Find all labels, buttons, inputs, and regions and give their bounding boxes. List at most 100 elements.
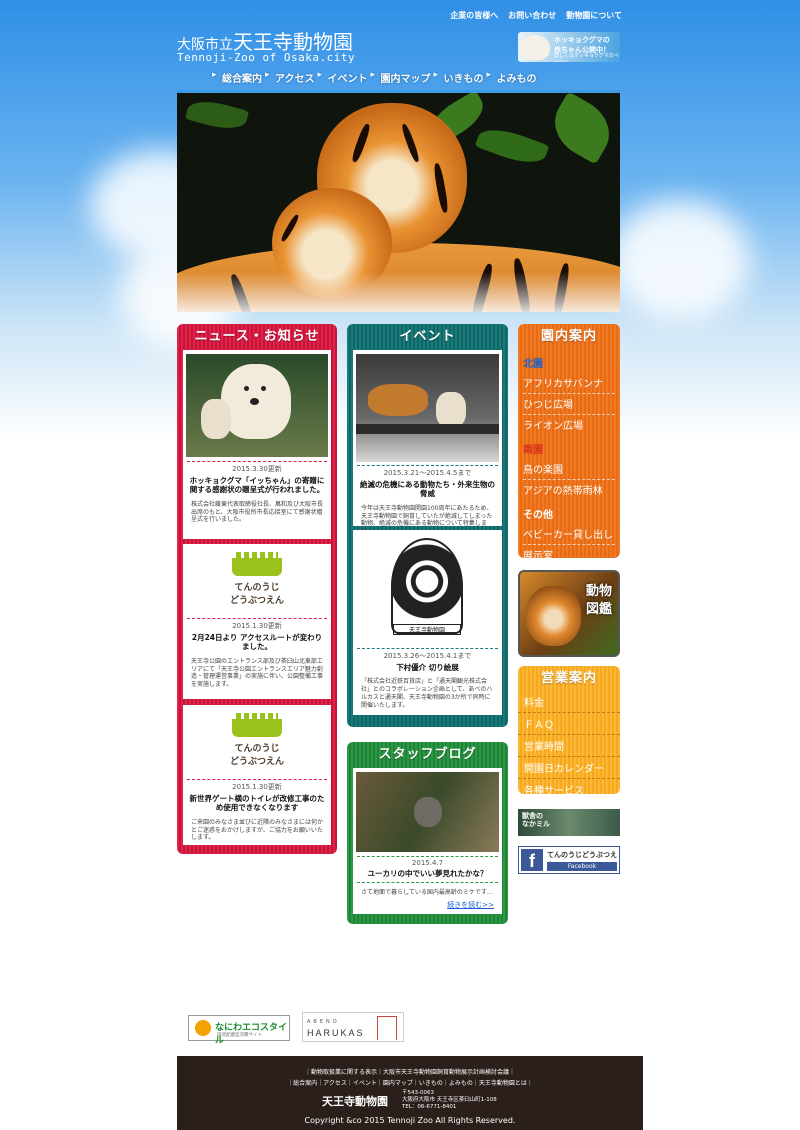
leaf-decoration xyxy=(184,95,250,135)
blog-title: スタッフブログ xyxy=(378,747,477,762)
footer-copyright: Copyright &co 2015 Tennoji Zoo All Right… xyxy=(304,1116,516,1125)
abeno-harukas-banner[interactable]: ABENO HARUKAS xyxy=(302,1012,404,1042)
divider xyxy=(187,618,327,619)
news-body: 株式会社藤東代表取締役社長、萬和及び大阪市長出席のもと、大阪市役所市長応接室にて… xyxy=(191,500,324,524)
topnav-link-contact[interactable]: お問い合わせ xyxy=(508,10,556,21)
event-date: 2015.3.26～2015.4.1まで xyxy=(383,652,472,660)
event-card-1[interactable]: 2015.3.21～2015.4.5まで 絶滅の危機にある動物たち・外来生物の脅… xyxy=(353,350,502,535)
guide-link-savanna[interactable]: アフリカサバンナ xyxy=(523,373,615,394)
facebook-label: Facebook xyxy=(547,862,617,871)
event-headline: 下村優介 切り絵展 xyxy=(396,663,459,672)
guide-link-sheep[interactable]: ひつじ広場 xyxy=(523,394,615,415)
footer-links-2[interactable]: ｜総合案内｜アクセス｜イベント｜園内マップ｜いきもの｜よみもの｜天王寺動物園とは… xyxy=(177,1078,643,1087)
guide-column: 園内案内 北園 アフリカサバンナ ひつじ広場 ライオン広場 南園 鳥の楽園 アジ… xyxy=(518,324,620,562)
polar-bear-banner[interactable]: ホッキョクグマの 赤ちゃん公開中！ 詳しくはホッキョクグマのページへ xyxy=(518,32,620,62)
bear-nose xyxy=(250,398,259,405)
gnav-item-reading[interactable]: よみもの xyxy=(487,70,537,85)
zukan-text-2: 図鑑 xyxy=(585,602,612,617)
guide-link-birds[interactable]: 鳥の楽園 xyxy=(523,459,615,480)
blog-column: スタッフブログ 2015.4.7 ユーカリの中でいい夢見れたかな？ さて地面で暮… xyxy=(347,742,508,924)
naniwa-eco-banner[interactable]: なにわエコスタイル 環境配慮型消費サイト xyxy=(188,1015,290,1046)
news-column: ニュース・お知らせ 2015.3.30更新 ホッキョクグマ「イッちゃん」の寄贈に… xyxy=(177,324,337,854)
gnav-item-access[interactable]: アクセス xyxy=(265,70,315,85)
harukas-building-icon xyxy=(377,1016,397,1040)
logo-text-2: どうぶつえん xyxy=(229,596,284,606)
footer-links-1[interactable]: ｜動物取扱業に関する表示｜大阪市天王寺動物園飼育動物展示計画検討会議｜ xyxy=(177,1067,643,1076)
event-column: イベント 2015.3.21～2015.4.5まで 絶滅の危機にある動物たち・外… xyxy=(347,324,508,727)
news-body: 天王寺公園のエントランス部及び茶臼山北東部エリアにて「天王寺公園エントランスエリ… xyxy=(191,657,324,689)
paper-cut-art xyxy=(391,538,463,634)
leaf-decoration xyxy=(543,93,620,165)
polar-bear-photo xyxy=(186,354,328,457)
news-body: ご来園のみなさま並びに近隣のみなさまには何かとご迷惑をおかけしますが、ご協力をお… xyxy=(191,818,324,842)
business-link-fee[interactable]: 料金 xyxy=(518,691,620,713)
tennoji-logo: てんのうじ どうぶつえん xyxy=(202,713,312,767)
news-date: 2015.1.30更新 xyxy=(232,783,282,791)
stuffed-bear xyxy=(436,392,466,428)
business-link-calendar[interactable]: 開園日カレンダー xyxy=(518,757,620,779)
eco-banner-sub: 環境配慮型消費サイト xyxy=(217,1033,262,1038)
footer-address: 〒543-0063 大阪府大阪市 天王寺区茶臼山町1-108 TEL：06-67… xyxy=(402,1090,497,1111)
event-date: 2015.3.21～2015.4.5まで xyxy=(383,469,472,477)
news-headline: ホッキョクグマ「イッちゃん」の寄贈に関する感謝状の贈呈式が行われました。 xyxy=(189,476,325,495)
top-nav: 企業の皆様へ お問い合わせ 動物園について xyxy=(450,10,622,21)
bear-eye xyxy=(244,386,249,391)
blog-body: さて地面で暮らしている国内最高齢のミケです… xyxy=(361,889,493,897)
gnav-item-map[interactable]: 園内マップ xyxy=(371,70,431,85)
logo-text-2: どうぶつえん xyxy=(229,757,284,767)
news-card-1[interactable]: 2015.3.30更新 ホッキョクグマ「イッちゃん」の寄贈に関する感謝状の贈呈式… xyxy=(183,350,331,539)
topnav-link-about[interactable]: 動物園について xyxy=(566,10,622,21)
webcam-banner[interactable]: 獣舎の なかミル xyxy=(518,809,620,836)
blog-card[interactable]: 2015.4.7 ユーカリの中でいい夢見れたかな？ さて地面で暮らしている国内最… xyxy=(353,768,502,914)
guide-group-north: 北園 アフリカサバンナ ひつじ広場 ライオン広場 xyxy=(523,355,615,435)
event-card-2[interactable]: 天王寺動物園 2015.3.26～2015.4.1まで 下村優介 切り絵展 「株… xyxy=(353,530,502,715)
business-link-hours[interactable]: 営業時間 xyxy=(518,735,620,757)
footer-address-line: 大阪府大阪市 天王寺区茶臼山町1-108 xyxy=(402,1097,497,1104)
tennoji-logo: てんのうじ どうぶつえん xyxy=(202,552,312,606)
event-title: イベント xyxy=(399,329,456,344)
comb-icon xyxy=(232,552,282,576)
divider xyxy=(357,882,498,884)
harukas-text: HARUKAS xyxy=(307,1028,365,1038)
news-date: 2015.1.30更新 xyxy=(232,622,282,630)
blog-readmore-link[interactable]: 続きを読む>> xyxy=(447,900,494,910)
guide-link-exhibit-room[interactable]: 展示室 xyxy=(523,545,615,565)
gnav-item-animals[interactable]: いきもの xyxy=(434,70,484,85)
footer-zoo-name: 天王寺動物園 xyxy=(322,1095,388,1108)
news-card-3[interactable]: てんのうじ どうぶつえん 2015.1.30更新 新世界ゲート横のトイレが改修工… xyxy=(183,705,331,845)
guide-title: 園内案内 xyxy=(540,329,597,344)
business-title: 営業案内 xyxy=(540,671,597,686)
news-card-2[interactable]: てんのうじ どうぶつえん 2015.1.30更新 2月24日より アクセスルート… xyxy=(183,544,331,699)
guide-link-rainforest[interactable]: アジアの熱帯雨林 xyxy=(523,480,615,500)
topnav-link-business[interactable]: 企業の皆様へ xyxy=(450,10,498,21)
gnav-item-event[interactable]: イベント xyxy=(318,70,368,85)
footer-tel: TEL：06-6771-8401 xyxy=(402,1104,457,1111)
logo-text-1: てんのうじ xyxy=(234,744,280,754)
divider xyxy=(357,648,498,649)
divider xyxy=(187,461,327,462)
paper-cut-label: 天王寺動物園 xyxy=(393,624,461,635)
zukan-text-1: 動物 xyxy=(585,584,612,599)
news-title: ニュース・お知らせ xyxy=(194,329,320,344)
banner-line3: 詳しくはホッキョクグマのページへ xyxy=(554,53,619,62)
hero-fade xyxy=(177,272,620,312)
logo-english: Tennoji-Zoo of Osaka.city xyxy=(177,51,356,64)
tiger-thumbnail xyxy=(526,586,581,646)
guide-link-lion[interactable]: ライオン広場 xyxy=(523,415,615,435)
blog-headline: ユーカリの中でいい夢見れたかな？ xyxy=(367,869,488,878)
event-headline: 絶滅の危機にある動物たち・外来生物の脅威 xyxy=(360,480,495,499)
gnav-item-general[interactable]: 総合案内 xyxy=(212,70,262,85)
webcam-text-2: なかミル xyxy=(522,820,550,829)
facebook-banner[interactable]: f てんのうじどうぶつえん Facebook xyxy=(518,846,620,874)
bear-paw xyxy=(201,399,231,439)
animal-encyclopedia-banner[interactable]: 動物 図鑑 xyxy=(518,570,620,657)
guide-link-stroller[interactable]: ベビーカー貸し出し xyxy=(523,524,615,545)
business-link-services[interactable]: 各種サービス xyxy=(518,779,620,800)
event-body: 「株式会社近鉄百貨店」と「通天閣観光株式会社」とのコラボレーション企画として、あ… xyxy=(361,678,493,709)
exhibit-photo xyxy=(356,354,499,462)
abeno-text: ABENO xyxy=(307,1019,340,1025)
divider xyxy=(357,465,498,466)
blog-date: 2015.4.7 xyxy=(411,859,444,867)
hero-tiger-image xyxy=(177,90,620,312)
business-link-faq[interactable]: ＦＡＱ xyxy=(518,713,620,735)
